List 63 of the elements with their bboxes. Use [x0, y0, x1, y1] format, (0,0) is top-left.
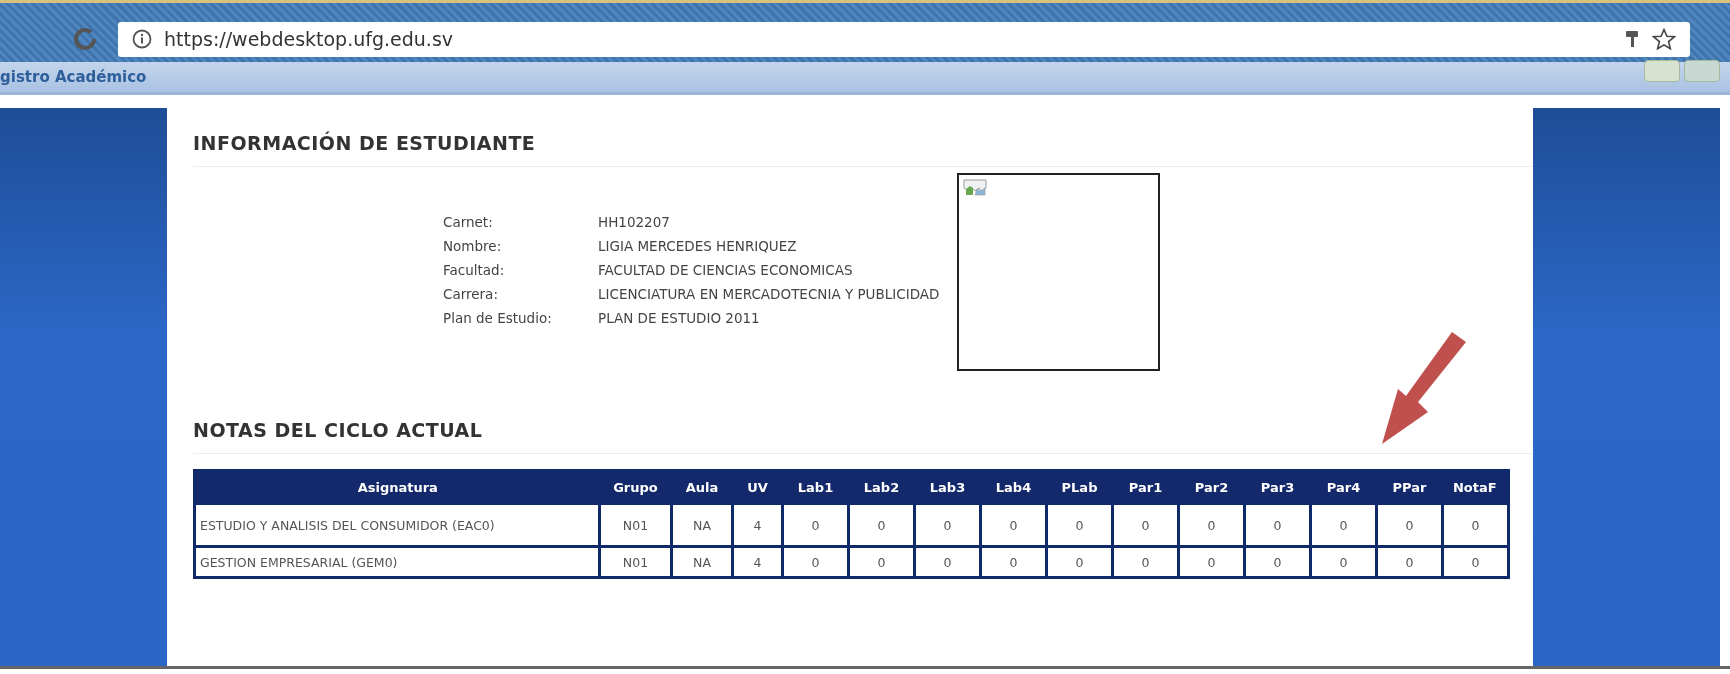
field-label: Nombre: [443, 238, 503, 254]
table-cell: 0 [782, 503, 849, 547]
url-text: https://webdesktop.ufg.edu.sv [164, 28, 454, 50]
table-cell: 0 [980, 546, 1047, 578]
table-cell: 0 [1376, 546, 1443, 578]
section-heading: INFORMACIÓN DE ESTUDIANTE [193, 132, 1533, 167]
app-title: gistro Académico [0, 68, 147, 86]
column-header: Par1 [1112, 470, 1179, 504]
column-header: Lab1 [782, 470, 849, 504]
table-cell: 0 [1046, 546, 1113, 578]
table-cell: ESTUDIO Y ANALISIS DEL CONSUMIDOR (EAC0) [194, 503, 600, 547]
table-cell: 0 [1178, 503, 1245, 547]
table-cell: 0 [782, 546, 849, 578]
column-header: Asignatura [194, 470, 600, 504]
column-header: PPar [1376, 470, 1443, 504]
table-cell: 0 [848, 503, 915, 547]
table-cell: 0 [1112, 546, 1179, 578]
table-cell: N01 [599, 546, 672, 578]
table-cell: N01 [599, 503, 672, 547]
table-cell: 0 [848, 546, 915, 578]
field-label: Carnet: [443, 214, 494, 230]
table-cell: 0 [1244, 503, 1311, 547]
field-value: HH102207 [598, 214, 671, 230]
table-cell: 0 [1442, 546, 1509, 578]
table-cell: NA [671, 503, 733, 547]
broken-image-icon [963, 179, 990, 197]
star-icon[interactable] [1652, 28, 1676, 50]
field-label: Plan de Estudio: [443, 310, 553, 326]
column-header: Lab4 [980, 470, 1047, 504]
column-header: NotaF [1442, 470, 1509, 504]
column-header: Par3 [1244, 470, 1311, 504]
table-cell: 0 [1310, 503, 1377, 547]
column-header: Grupo [599, 470, 672, 504]
table-cell: 0 [1310, 546, 1377, 578]
column-header: Lab3 [914, 470, 981, 504]
address-bar[interactable]: https://webdesktop.ufg.edu.sv [118, 21, 1690, 57]
column-header: UV [732, 470, 783, 504]
table-cell: GESTION EMPRESARIAL (GEM0) [194, 546, 600, 578]
table-cell: 4 [732, 503, 783, 547]
table-cell: 0 [1244, 546, 1311, 578]
table-cell: 0 [1178, 546, 1245, 578]
field-value: LICENCIATURA EN MERCADOTECNIA Y PUBLICIDAD [598, 286, 940, 302]
table-cell: 0 [1112, 503, 1179, 547]
table-cell: NA [671, 546, 733, 578]
column-header: Par2 [1178, 470, 1245, 504]
pin-icon[interactable] [1624, 29, 1640, 49]
table-cell: 0 [914, 546, 981, 578]
column-header: Aula [671, 470, 733, 504]
field-label: Facultad: [443, 262, 506, 278]
field-label: Carrera: [443, 286, 499, 302]
table-cell: 0 [1376, 503, 1443, 547]
table-cell: 0 [1046, 503, 1113, 547]
column-header: Par4 [1310, 470, 1377, 504]
column-header: PLab [1046, 470, 1113, 504]
table-cell: 0 [1442, 503, 1509, 547]
table-cell: 0 [914, 503, 981, 547]
table-cell: 4 [732, 546, 783, 578]
field-value: LIGIA MERCEDES HENRIQUEZ [598, 238, 798, 254]
table-cell: 0 [980, 503, 1047, 547]
column-header: Lab2 [848, 470, 915, 504]
field-value: PLAN DE ESTUDIO 2011 [598, 310, 761, 326]
field-value: FACULTAD DE CIENCIAS ECONOMICAS [598, 262, 854, 278]
info-icon[interactable] [132, 29, 152, 49]
